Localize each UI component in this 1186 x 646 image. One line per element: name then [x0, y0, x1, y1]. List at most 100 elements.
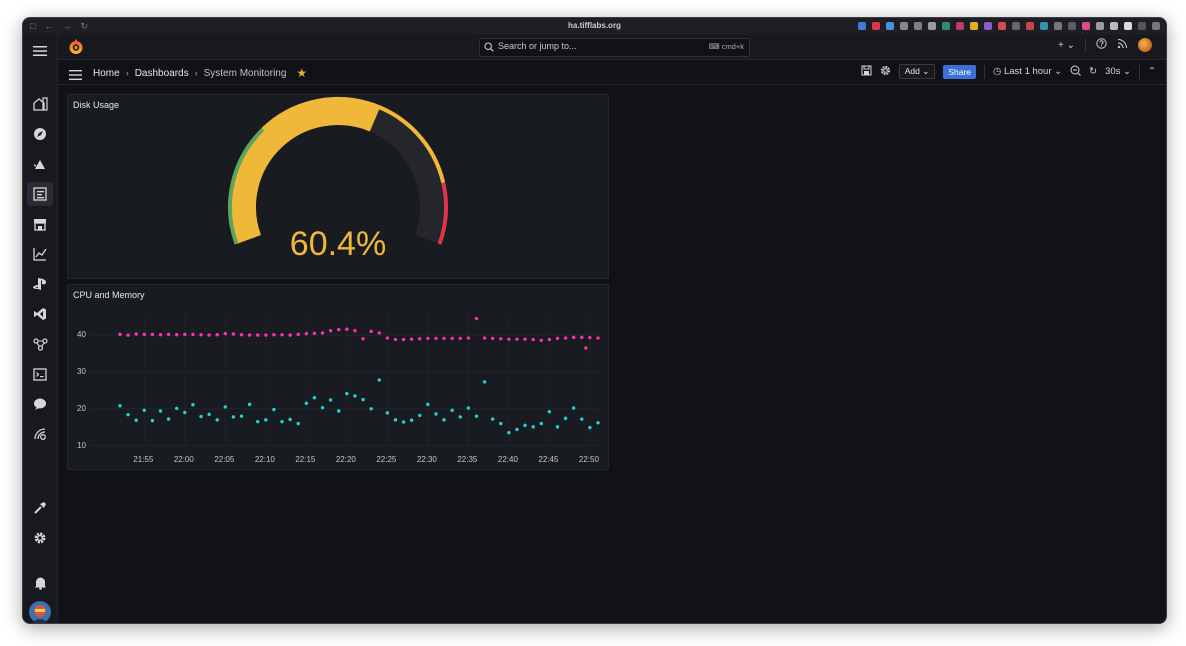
data-point-series-1[interactable] — [393, 337, 398, 342]
data-point-series-2[interactable] — [434, 412, 438, 416]
data-point-series-1[interactable] — [142, 332, 147, 337]
data-point-series-2[interactable] — [353, 394, 357, 398]
data-point-series-2[interactable] — [426, 402, 430, 407]
data-point-series-2[interactable] — [507, 431, 511, 435]
data-point-series-1[interactable] — [215, 333, 219, 337]
data-point-series-1[interactable] — [207, 333, 211, 337]
data-point-series-1[interactable] — [199, 333, 203, 337]
data-point-series-2[interactable] — [596, 421, 600, 425]
data-point-series-1[interactable] — [239, 333, 244, 337]
data-point-series-2[interactable] — [118, 404, 122, 408]
extension-icon[interactable] — [970, 22, 978, 30]
data-point-series-1[interactable] — [434, 336, 438, 341]
data-point-series-2[interactable] — [215, 418, 219, 422]
data-point-series-1[interactable] — [353, 328, 357, 333]
extension-icon[interactable] — [1026, 22, 1034, 30]
data-point-series-1[interactable] — [588, 335, 592, 340]
data-point-series-1[interactable] — [507, 337, 511, 341]
vscode-icon[interactable] — [27, 302, 53, 326]
favorite-star-icon[interactable]: ★ — [296, 66, 307, 80]
data-point-series-1[interactable] — [523, 337, 527, 341]
zoom-out-icon[interactable] — [1070, 65, 1081, 79]
data-point-series-2[interactable] — [288, 417, 292, 422]
extension-icon[interactable] — [900, 22, 908, 30]
data-point-series-1[interactable] — [231, 332, 236, 336]
data-point-series-2[interactable] — [239, 414, 244, 418]
data-point-series-1[interactable] — [515, 337, 519, 341]
extension-icon[interactable] — [956, 22, 964, 30]
extension-icon[interactable] — [872, 22, 880, 30]
help-icon[interactable] — [1096, 38, 1107, 52]
new-menu-button[interactable]: + ⌄ — [1058, 40, 1075, 51]
bell-icon[interactable] — [27, 571, 53, 595]
profile-avatar[interactable] — [1138, 38, 1152, 52]
data-point-series-1[interactable] — [247, 333, 252, 337]
chat-icon[interactable] — [27, 392, 53, 416]
settings-gear-icon[interactable] — [880, 65, 891, 79]
connections-icon[interactable] — [27, 332, 53, 356]
data-point-series-2[interactable] — [150, 418, 155, 423]
extension-icon[interactable] — [1068, 22, 1076, 30]
data-point-series-1[interactable] — [272, 333, 276, 337]
data-point-series-1[interactable] — [418, 337, 422, 341]
metrics-icon[interactable] — [27, 242, 53, 266]
data-point-series-1[interactable] — [596, 336, 600, 340]
data-point-series-1[interactable] — [555, 336, 560, 341]
data-point-series-1[interactable] — [474, 316, 479, 321]
data-point-series-2[interactable] — [296, 421, 300, 426]
extension-icon[interactable] — [1096, 22, 1104, 30]
data-point-series-2[interactable] — [199, 414, 203, 419]
extension-icon[interactable] — [984, 22, 992, 30]
data-point-series-2[interactable] — [450, 408, 454, 412]
time-range-picker[interactable]: ◷ Last 1 hour ⌄ — [993, 66, 1062, 77]
data-point-series-2[interactable] — [337, 409, 341, 413]
data-point-series-2[interactable] — [442, 418, 446, 422]
data-point-series-1[interactable] — [563, 336, 568, 340]
avatar[interactable] — [27, 600, 53, 623]
data-point-series-1[interactable] — [580, 335, 584, 340]
data-point-series-2[interactable] — [474, 414, 479, 418]
data-point-series-2[interactable] — [320, 405, 325, 410]
extension-icon[interactable] — [858, 22, 866, 30]
data-point-series-1[interactable] — [150, 332, 155, 337]
menu-toggle-icon[interactable] — [69, 67, 82, 85]
terminal-icon[interactable] — [27, 362, 53, 386]
data-point-series-2[interactable] — [183, 410, 187, 415]
data-point-series-2[interactable] — [361, 397, 365, 402]
data-point-series-2[interactable] — [499, 421, 503, 426]
data-point-series-2[interactable] — [571, 406, 576, 410]
data-point-series-2[interactable] — [531, 425, 535, 429]
extension-icon[interactable] — [1040, 22, 1048, 30]
data-point-series-2[interactable] — [223, 405, 228, 409]
extension-icon[interactable] — [998, 22, 1006, 30]
data-point-series-1[interactable] — [426, 336, 430, 341]
extension-icon[interactable] — [1124, 22, 1132, 30]
data-point-series-1[interactable] — [337, 327, 341, 332]
data-point-series-2[interactable] — [409, 418, 414, 422]
data-point-series-2[interactable] — [142, 408, 147, 412]
data-point-series-1[interactable] — [442, 336, 446, 341]
alerting-icon[interactable] — [27, 152, 53, 176]
data-point-series-1[interactable] — [328, 328, 333, 333]
data-point-series-2[interactable] — [385, 411, 390, 415]
gear-icon[interactable] — [27, 526, 53, 550]
data-point-series-1[interactable] — [499, 337, 503, 341]
data-point-series-1[interactable] — [183, 332, 187, 337]
refresh-icon[interactable]: ↻ — [1089, 66, 1097, 77]
extension-icon[interactable] — [1138, 22, 1146, 30]
data-point-series-1[interactable] — [377, 331, 381, 335]
data-point-series-2[interactable] — [418, 413, 422, 418]
data-point-series-1[interactable] — [409, 337, 414, 341]
menu-icon[interactable] — [27, 39, 53, 63]
data-point-series-2[interactable] — [126, 412, 130, 417]
data-point-series-2[interactable] — [515, 427, 519, 432]
data-point-series-1[interactable] — [175, 333, 179, 337]
data-point-series-1[interactable] — [296, 332, 300, 337]
breadcrumb-home[interactable]: Home — [93, 68, 120, 79]
extension-icon[interactable] — [1110, 22, 1118, 30]
data-point-series-2[interactable] — [191, 403, 195, 407]
data-point-series-2[interactable] — [555, 425, 560, 429]
dashboards-icon[interactable] — [27, 182, 53, 206]
news-feed-icon[interactable] — [1117, 38, 1128, 52]
data-point-series-1[interactable] — [158, 333, 163, 337]
